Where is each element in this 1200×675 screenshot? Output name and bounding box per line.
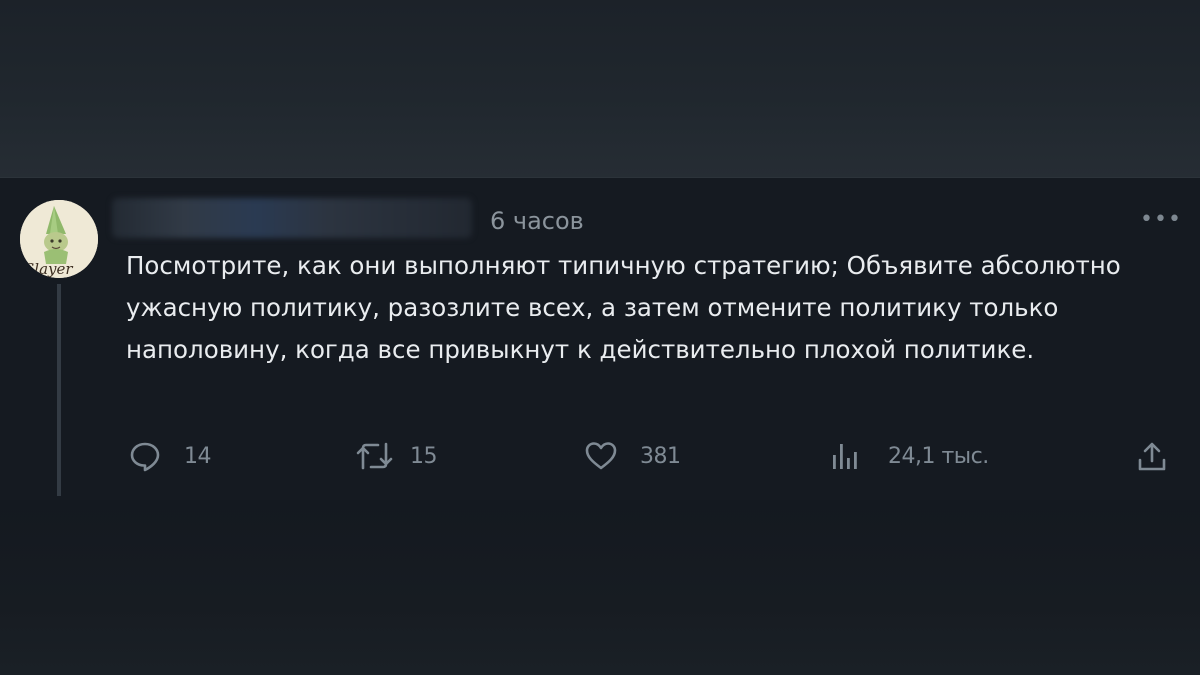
share-button[interactable]	[1136, 437, 1168, 475]
reply-icon	[130, 442, 160, 472]
retweet-icon	[356, 442, 393, 470]
retweet-count: 15	[410, 443, 438, 469]
reply-count: 14	[184, 443, 212, 469]
heart-icon	[585, 442, 617, 470]
views-count: 24,1 тыс.	[888, 443, 989, 469]
like-button[interactable]: 381	[584, 437, 681, 475]
tweet-timestamp[interactable]: 6 часов	[490, 206, 584, 236]
avatar[interactable]: Slayer	[20, 200, 98, 278]
share-icon	[1138, 442, 1166, 471]
tweet-text: Посмотрите, как они выполняют типичную с…	[126, 251, 1121, 364]
author-name-blurred[interactable]	[112, 198, 472, 238]
views-icon	[833, 444, 857, 469]
views-button[interactable]: 24,1 тыс.	[830, 437, 989, 475]
retweet-button[interactable]: 15	[354, 437, 438, 475]
blurred-previous-tweet	[0, 0, 1200, 178]
page: Slayer 6 часов ••• Посмотрите, как они в…	[0, 0, 1200, 675]
reply-button[interactable]: 14	[128, 437, 212, 475]
thread-line	[57, 284, 61, 496]
more-icon[interactable]: •••	[1140, 208, 1182, 232]
like-count: 381	[640, 443, 681, 469]
blurred-next-tweet	[0, 500, 1200, 675]
avatar-image: Slayer	[20, 200, 98, 278]
